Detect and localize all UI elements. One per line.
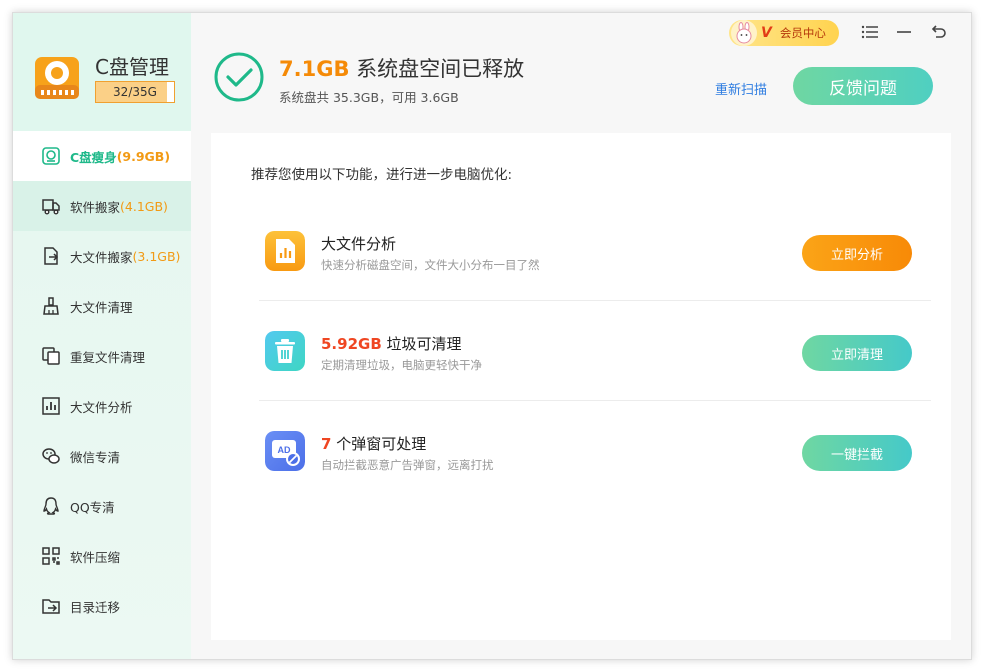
feedback-button[interactable]: 反馈问题 (793, 67, 933, 105)
disk-usage-bar: 32/35G (95, 81, 175, 103)
sidebar-item-label: 大文件分析 (70, 399, 133, 415)
sidebar-item-wechat-clean[interactable]: 微信专清 (13, 431, 191, 481)
feature-title: 大文件分析 (321, 233, 396, 254)
sidebar-item-software-compress[interactable]: 软件压缩 (13, 531, 191, 581)
feature-title-text: 垃圾可清理 (381, 335, 462, 353)
sidebar-item-duplicate-clean[interactable]: 重复文件清理 (13, 331, 191, 381)
feature-title-text: 个弹窗可处理 (331, 435, 427, 453)
vip-badge: V (761, 25, 772, 41)
disk-usage-text: 32/35G (113, 85, 157, 99)
qq-icon (43, 497, 59, 515)
folder-move-icon (42, 599, 60, 614)
menu-list-icon (861, 25, 878, 39)
sidebar-item-label: 软件搬家 (70, 199, 121, 215)
sidebar: C盘管理 32/35G C盘瘦身 (9.9GB) 软件搬家 (4.1GB) 大文… (13, 13, 191, 659)
sidebar-item-bigfile-clean[interactable]: 大文件清理 (13, 281, 191, 331)
sidebar-item-size: (4.1GB) (120, 198, 168, 214)
truck-icon (42, 199, 60, 215)
ad-block-icon: AD (265, 431, 305, 471)
file-move-icon (44, 247, 59, 265)
minimize-icon (897, 31, 911, 33)
feature-row-popup-block: AD 7 个弹窗可处理 自动拦截恶意广告弹窗，远离打扰 一键拦截 (259, 401, 931, 501)
vip-center-button[interactable]: V 会员中心 (729, 20, 839, 46)
minimize-button[interactable] (892, 21, 916, 43)
analyze-now-button[interactable]: 立即分析 (802, 235, 912, 271)
feature-description: 快速分析磁盘空间，文件大小分布一目了然 (321, 258, 540, 272)
file-chart-icon (265, 231, 305, 271)
broom-icon (43, 297, 59, 315)
recommendation-panel: 推荐您使用以下功能，进行进一步电脑优化: 大文件分析 快速分析磁盘空间，文件大小… (211, 133, 951, 640)
feature-row-junk-clean: 5.92GB 垃圾可清理 定期清理垃圾，电脑更轻快干净 立即清理 (259, 301, 931, 401)
feature-highlight: 7 (321, 435, 332, 453)
sidebar-item-c-slim[interactable]: C盘瘦身 (9.9GB) (13, 131, 191, 181)
app-title: C盘管理 (95, 55, 169, 79)
return-arrow-icon (931, 25, 946, 38)
clean-now-button[interactable]: 立即清理 (802, 335, 912, 371)
sidebar-item-label: QQ专清 (70, 499, 115, 515)
sidebar-item-label: 大文件清理 (70, 299, 133, 315)
recommendation-intro: 推荐您使用以下功能，进行进一步电脑优化: (251, 167, 513, 183)
feature-highlight: 5.92GB (321, 335, 382, 353)
duplicate-icon (42, 347, 60, 365)
feature-title-text: 大文件分析 (321, 235, 397, 253)
back-button[interactable] (926, 21, 950, 43)
freed-headline: 7.1GB 系统盘空间已释放 (279, 53, 524, 83)
disk-icon (35, 57, 79, 99)
sidebar-nav: C盘瘦身(9.9GB) 软件搬家(4.1GB) 大文件搬家(3.1GB) (13, 131, 191, 631)
feature-title: 7 个弹窗可处理 (321, 433, 426, 454)
feature-description: 定期清理垃圾，电脑更轻快干净 (321, 358, 482, 372)
sidebar-item-label: 目录迁移 (70, 599, 121, 615)
brand-area: C盘管理 32/35G (13, 13, 191, 131)
sidebar-item-software-move[interactable]: 软件搬家 (4.1GB) (13, 181, 191, 231)
sidebar-item-size: (3.1GB) (132, 248, 181, 264)
trash-icon (265, 331, 305, 371)
freed-text: 系统盘空间已释放 (349, 57, 525, 81)
rescan-link[interactable]: 重新扫描 (715, 79, 767, 98)
sidebar-item-bigfile-move[interactable]: 大文件搬家 (3.1GB) (13, 231, 191, 281)
header: 7.1GB 系统盘空间已释放 系统盘共 35.3GB，可用 3.6GB 重新扫描… (191, 13, 971, 131)
block-now-button[interactable]: 一键拦截 (802, 435, 912, 471)
feature-row-bigfile-analysis: 大文件分析 快速分析磁盘空间，文件大小分布一目了然 立即分析 (259, 201, 931, 301)
check-circle-icon (214, 52, 264, 102)
rabbit-avatar-icon (731, 20, 757, 46)
vip-label: 会员中心 (779, 26, 826, 40)
sidebar-item-bigfile-analysis[interactable]: 大文件分析 (13, 381, 191, 431)
menu-button[interactable] (858, 21, 882, 43)
sidebar-item-qq-clean[interactable]: QQ专清 (13, 481, 191, 531)
sidebar-item-size: (9.9GB) (116, 148, 171, 164)
compress-icon (42, 547, 60, 565)
app-window: C盘管理 32/35G C盘瘦身 (9.9GB) 软件搬家 (4.1GB) 大文… (12, 12, 972, 660)
chart-icon (42, 397, 60, 415)
feature-description: 自动拦截恶意广告弹窗，远离打扰 (321, 458, 494, 472)
sidebar-item-label: 软件压缩 (70, 549, 121, 565)
sidebar-item-folder-move[interactable]: 目录迁移 (13, 581, 191, 631)
sidebar-item-label: C盘瘦身 (70, 149, 117, 165)
feature-title: 5.92GB 垃圾可清理 (321, 333, 462, 354)
disk-summary: 系统盘共 35.3GB，可用 3.6GB (279, 90, 459, 105)
wechat-icon (42, 448, 60, 464)
sidebar-item-label: 大文件搬家 (70, 249, 133, 265)
freed-amount: 7.1GB (279, 57, 350, 81)
sidebar-item-label: 微信专清 (70, 449, 121, 465)
disk-slim-icon (42, 147, 60, 165)
sidebar-item-label: 重复文件清理 (70, 349, 146, 365)
